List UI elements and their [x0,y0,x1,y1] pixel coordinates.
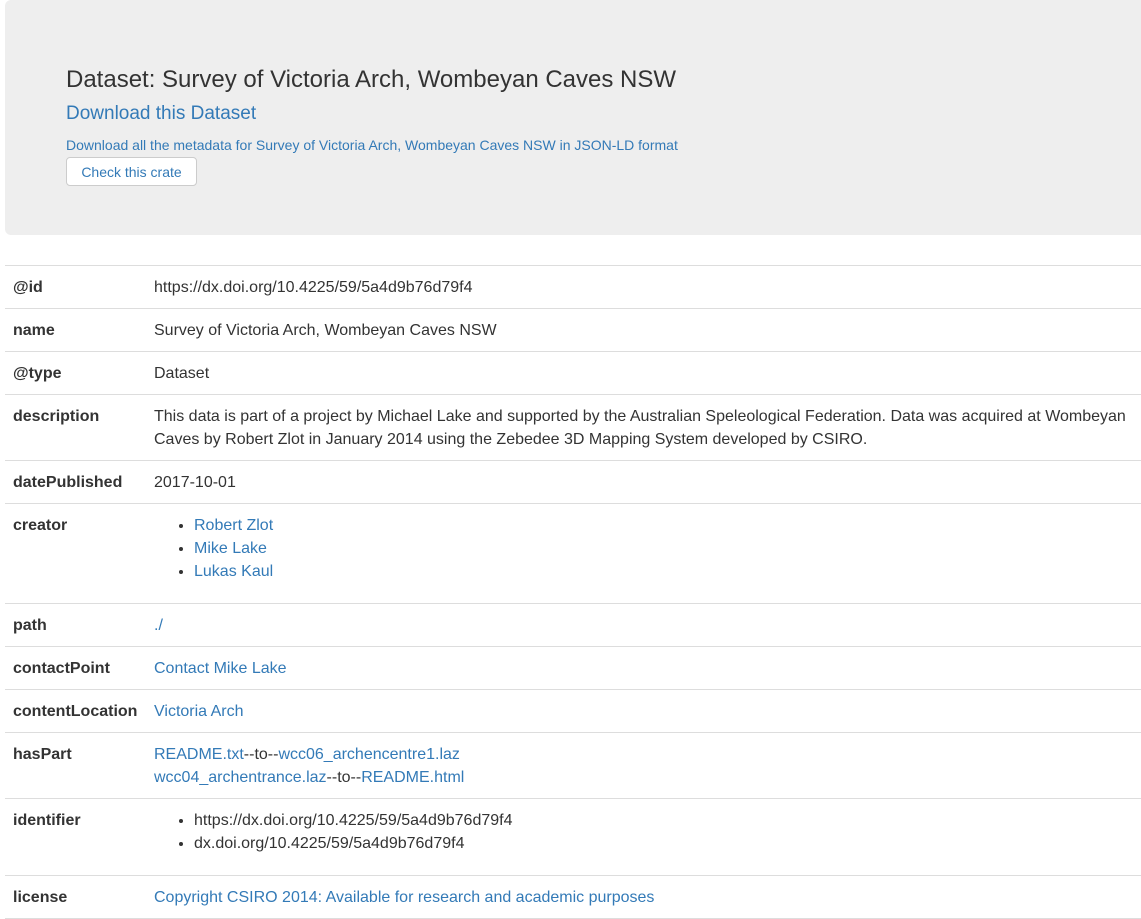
download-dataset-link[interactable]: Download this Dataset [66,103,256,125]
property-key: @type [5,351,146,395]
part-separator: --to-- [326,769,362,786]
date-published-value: 2017-10-01 [146,460,1141,504]
path-link[interactable]: ./ [154,617,163,634]
creator-link[interactable]: Robert Zlot [194,517,273,534]
location-link[interactable]: Victoria Arch [154,703,244,720]
download-metadata-link[interactable]: Download all the metadata for Survey of … [66,137,678,153]
creator-link[interactable]: Lukas Kaul [194,563,273,580]
property-key: contentLocation [5,689,146,733]
part-link[interactable]: README.txt [154,746,244,763]
table-row-identifier: identifier https://dx.doi.org/10.4225/59… [5,798,1141,876]
property-key: contactPoint [5,646,146,690]
part-link[interactable]: README.html [361,769,464,786]
page-title: Dataset: Survey of Victoria Arch, Wombey… [66,66,677,93]
table-row-type: @type Dataset [5,351,1141,395]
license-link[interactable]: Copyright CSIRO 2014: Available for rese… [154,889,654,906]
check-crate-button[interactable]: Check this crate [66,157,197,186]
type-value: Dataset [146,351,1141,395]
identifier-list: https://dx.doi.org/10.4225/59/5a4d9b76d7… [154,809,1133,855]
property-key: hasPart [5,732,146,799]
has-part-pair: README.txt--to--wcc06_archencentre1.laz [154,743,1133,766]
table-row-content-location: contentLocation Victoria Arch [5,689,1141,733]
table-row-description: description This data is part of a proje… [5,394,1141,461]
list-item: Mike Lake [194,537,1133,560]
identifier-value: https://dx.doi.org/10.4225/59/5a4d9b76d7… [146,798,1141,876]
part-link[interactable]: wcc04_archentrance.laz [154,769,327,786]
properties-table: @id https://dx.doi.org/10.4225/59/5a4d9b… [5,265,1141,919]
content-location-value: Victoria Arch [146,689,1141,733]
property-key: identifier [5,798,146,876]
property-key: description [5,394,146,461]
dataset-header: Dataset: Survey of Victoria Arch, Wombey… [5,0,1141,235]
table-row-license: license Copyright CSIRO 2014: Available … [5,875,1141,919]
has-part-pair: wcc04_archentrance.laz--to--README.html [154,766,1133,789]
contact-link[interactable]: Contact Mike Lake [154,660,287,677]
table-row-name: name Survey of Victoria Arch, Wombeyan C… [5,308,1141,352]
has-part-value: README.txt--to--wcc06_archencentre1.laz … [146,732,1141,799]
creator-value: Robert Zlot Mike Lake Lukas Kaul [146,503,1141,604]
list-item: Lukas Kaul [194,560,1133,583]
table-row-date-published: datePublished 2017-10-01 [5,460,1141,504]
property-key: @id [5,265,146,309]
table-row-contact-point: contactPoint Contact Mike Lake [5,646,1141,690]
description-value: This data is part of a project by Michae… [146,394,1141,461]
list-item: Robert Zlot [194,514,1133,537]
table-row-has-part: hasPart README.txt--to--wcc06_archencent… [5,732,1141,799]
id-value: https://dx.doi.org/10.4225/59/5a4d9b76d7… [146,265,1141,309]
creator-link[interactable]: Mike Lake [194,540,267,557]
contact-point-value: Contact Mike Lake [146,646,1141,690]
property-key: name [5,308,146,352]
name-value: Survey of Victoria Arch, Wombeyan Caves … [146,308,1141,352]
property-key: creator [5,503,146,604]
part-separator: --to-- [243,746,279,763]
property-key: path [5,603,146,647]
property-key: datePublished [5,460,146,504]
table-row-creator: creator Robert Zlot Mike Lake Lukas Kaul [5,503,1141,604]
list-item: https://dx.doi.org/10.4225/59/5a4d9b76d7… [194,809,1133,832]
table-row-id: @id https://dx.doi.org/10.4225/59/5a4d9b… [5,265,1141,309]
property-key: license [5,875,146,919]
license-value: Copyright CSIRO 2014: Available for rese… [146,875,1141,919]
creator-list: Robert Zlot Mike Lake Lukas Kaul [154,514,1133,583]
table-row-path: path ./ [5,603,1141,647]
path-value: ./ [146,603,1141,647]
part-link[interactable]: wcc06_archencentre1.laz [278,746,459,763]
list-item: dx.doi.org/10.4225/59/5a4d9b76d79f4 [194,832,1133,855]
